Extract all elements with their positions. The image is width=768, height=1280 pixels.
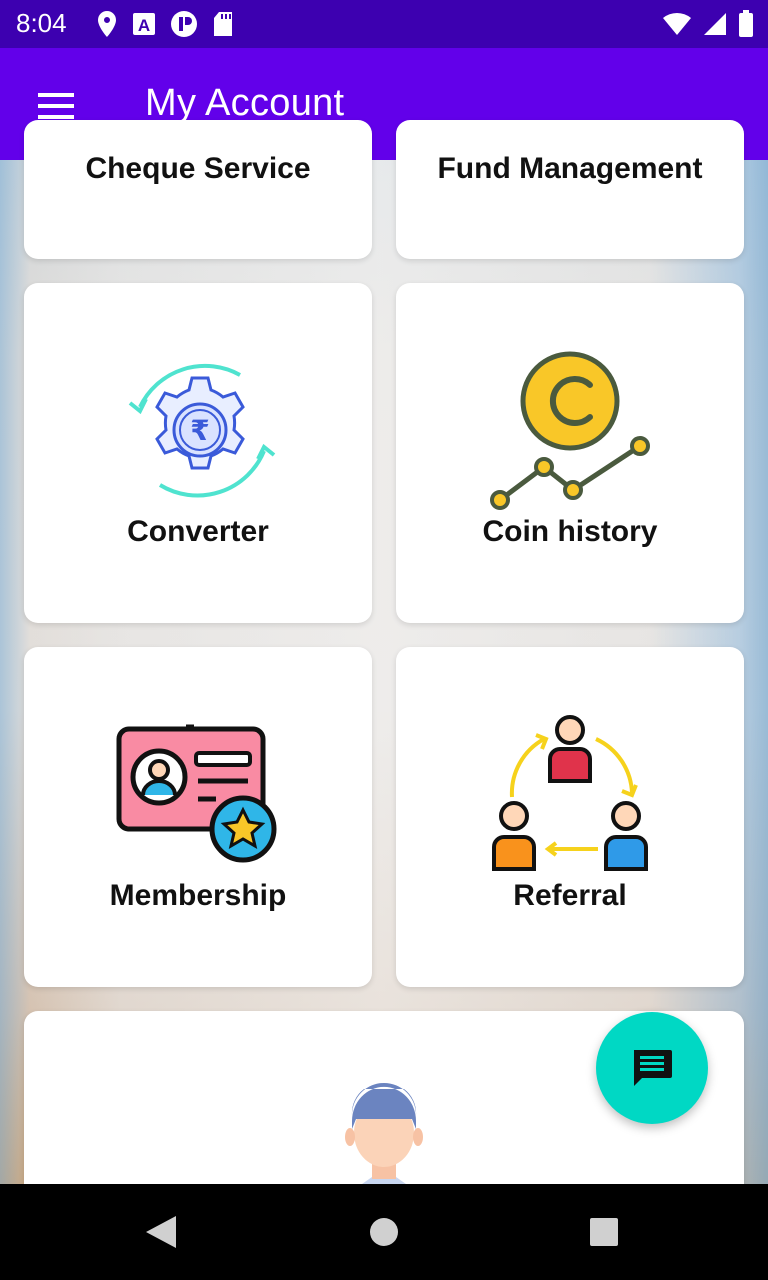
recents-icon[interactable] bbox=[588, 1216, 620, 1248]
coin-history-icon bbox=[490, 351, 650, 510]
card-fund-management[interactable]: Fund Management bbox=[396, 120, 744, 259]
battery-icon bbox=[739, 10, 753, 37]
a-text-icon: A bbox=[133, 13, 155, 35]
avatar-icon bbox=[345, 1083, 423, 1191]
back-icon[interactable] bbox=[144, 1214, 178, 1250]
system-nav-bar bbox=[0, 1184, 768, 1280]
vpn-icon bbox=[171, 11, 197, 37]
home-icon[interactable] bbox=[368, 1216, 400, 1248]
card-coin-history[interactable]: Coin history bbox=[396, 283, 744, 623]
card-cheque-service[interactable]: Cheque Service bbox=[24, 120, 372, 259]
currency-converter-icon: ₹ bbox=[128, 363, 276, 498]
card-membership[interactable]: Membership bbox=[24, 647, 372, 987]
card-label: Converter bbox=[127, 515, 269, 548]
svg-text:A: A bbox=[138, 16, 150, 35]
card-converter[interactable]: ₹ Converter bbox=[24, 283, 372, 623]
card-label: Membership bbox=[109, 879, 287, 912]
card-label: Referral bbox=[513, 879, 627, 912]
status-time: 8:04 bbox=[16, 8, 67, 38]
card-label: Coin history bbox=[482, 515, 658, 548]
svg-text:₹: ₹ bbox=[190, 414, 209, 447]
signal-icon bbox=[704, 13, 726, 35]
chat-icon bbox=[634, 1050, 672, 1086]
page-title: My Account bbox=[145, 82, 345, 124]
location-icon bbox=[98, 11, 116, 37]
membership-card-icon bbox=[116, 724, 277, 863]
sd-card-icon bbox=[214, 12, 232, 36]
chat-fab-button[interactable] bbox=[596, 1012, 708, 1124]
referral-icon bbox=[492, 715, 648, 871]
card-label: Cheque Service bbox=[85, 152, 311, 185]
card-referral[interactable]: Referral bbox=[396, 647, 744, 987]
status-bar: 8:04 A bbox=[0, 0, 768, 48]
card-label: Fund Management bbox=[437, 152, 703, 185]
wifi-icon bbox=[663, 12, 691, 35]
